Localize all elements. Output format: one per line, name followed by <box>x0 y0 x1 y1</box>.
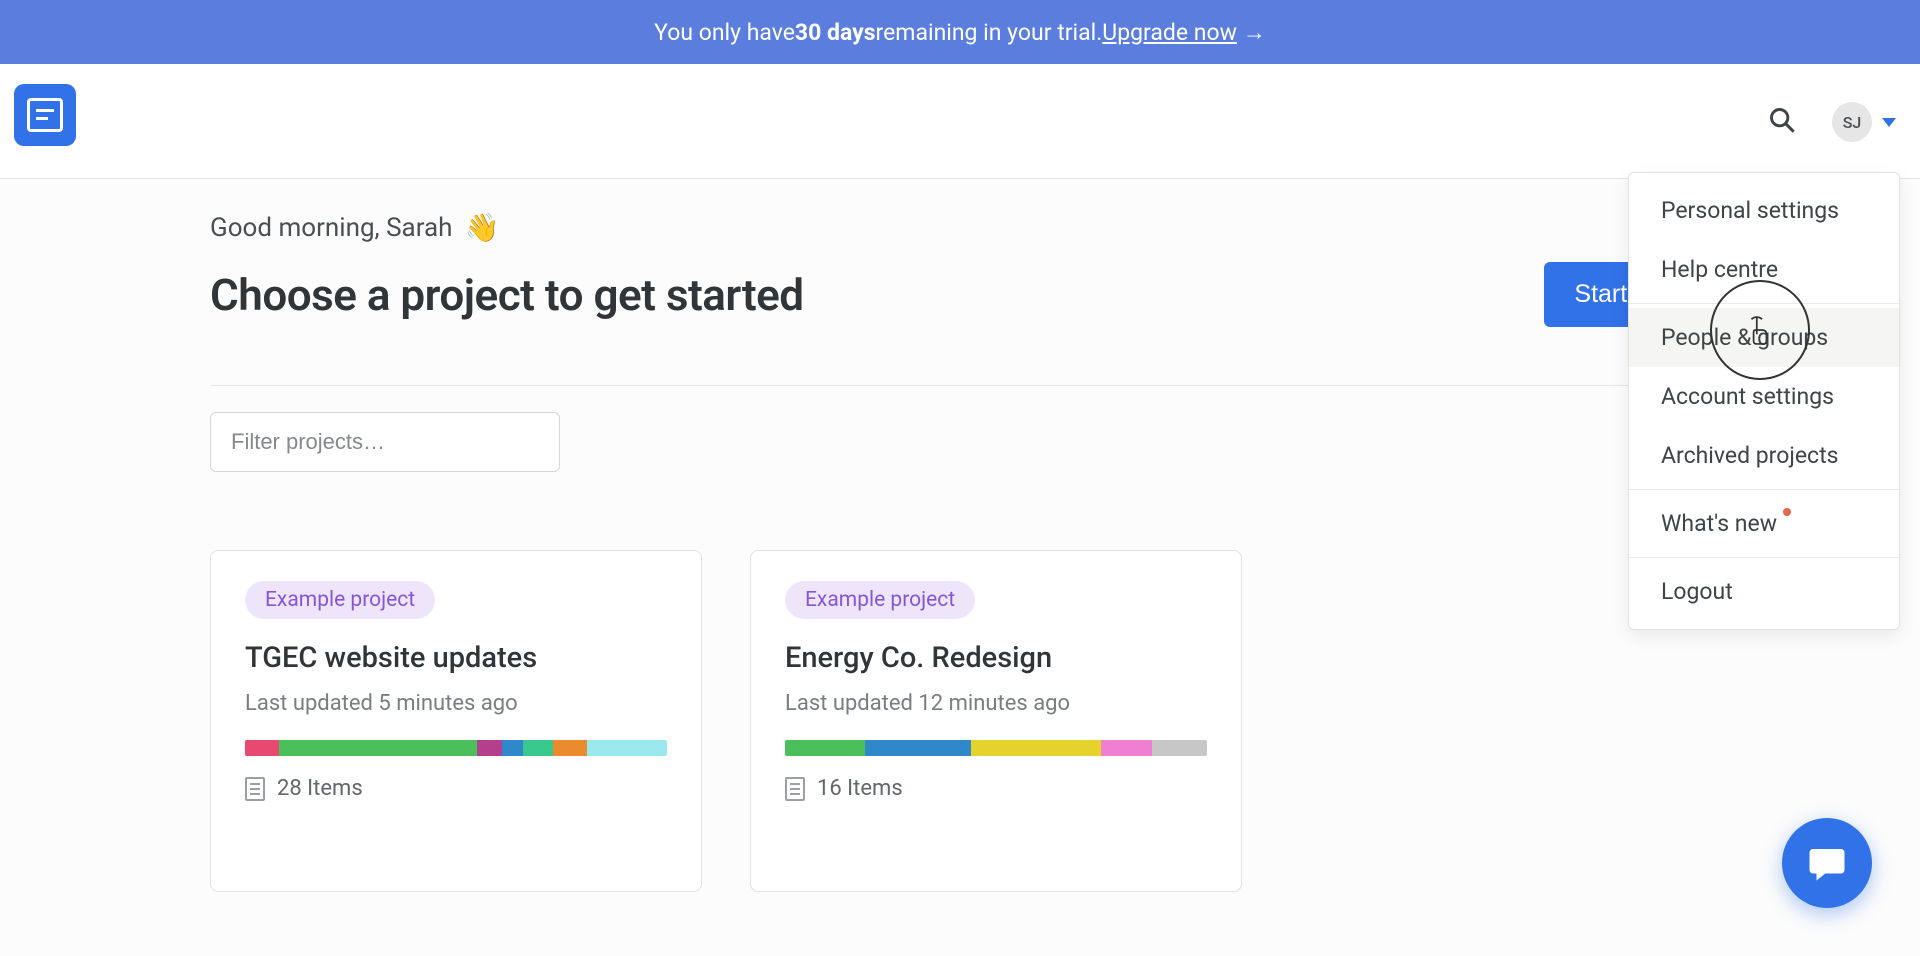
dropdown-item-personal-settings[interactable]: Personal settings <box>1629 181 1899 240</box>
project-tag: Example project <box>785 581 975 619</box>
dropdown-item-what-s-new[interactable]: What's new <box>1629 494 1899 553</box>
main-content: Good morning, Sarah 👋 Choose a project t… <box>210 179 1710 892</box>
progress-segment <box>865 740 971 756</box>
dropdown-separator <box>1629 303 1899 304</box>
list-icon <box>245 777 265 801</box>
progress-segment <box>785 740 865 756</box>
progress-segment <box>1152 740 1207 756</box>
dropdown-item-logout[interactable]: Logout <box>1629 562 1899 621</box>
progress-segment <box>553 740 587 756</box>
user-menu-trigger[interactable]: SJ <box>1832 102 1896 142</box>
progress-segment <box>971 740 1102 756</box>
greeting-text: Good morning, Sarah <box>210 213 452 243</box>
project-card[interactable]: Example project TGEC website updates Las… <box>210 550 702 892</box>
project-updated: Last updated 5 minutes ago <box>245 691 667 716</box>
project-items-count: 16 Items <box>817 776 903 801</box>
progress-segment <box>245 740 279 756</box>
list-icon <box>785 777 805 801</box>
divider <box>210 385 1710 386</box>
dropdown-item-archived-projects[interactable]: Archived projects <box>1629 426 1899 485</box>
progress-segment <box>523 740 553 756</box>
dropdown-item-help-centre[interactable]: Help centre <box>1629 240 1899 299</box>
project-progress-bar <box>245 740 667 756</box>
trial-banner: You only have 30 days remaining in your … <box>0 0 1920 64</box>
progress-segment <box>502 740 523 756</box>
progress-segment <box>1101 740 1152 756</box>
filter-projects-input[interactable] <box>210 412 560 472</box>
arrow-right-icon: → <box>1243 19 1266 46</box>
topbar: SJ <box>0 64 1920 179</box>
dropdown-item-account-settings[interactable]: Account settings <box>1629 367 1899 426</box>
wave-icon: 👋 <box>464 211 499 244</box>
project-items-count: 28 Items <box>277 776 363 801</box>
progress-segment <box>279 740 477 756</box>
trial-text-middle: remaining in your trial. <box>876 19 1103 46</box>
trial-days-bold: 30 days <box>795 19 876 46</box>
topbar-right: SJ <box>1768 84 1906 142</box>
user-dropdown: Personal settingsHelp centre People & gro… <box>1628 172 1900 630</box>
project-items-row: 28 Items <box>245 776 667 801</box>
project-items-row: 16 Items <box>785 776 1207 801</box>
page-title: Choose a project to get started <box>210 269 804 321</box>
search-icon[interactable] <box>1768 106 1796 138</box>
project-updated: Last updated 12 minutes ago <box>785 691 1207 716</box>
upgrade-link[interactable]: Upgrade now <box>1102 19 1237 46</box>
greeting: Good morning, Sarah 👋 <box>210 211 1710 244</box>
progress-segment <box>587 740 667 756</box>
project-title: TGEC website updates <box>245 641 667 675</box>
progress-segment <box>477 740 502 756</box>
chat-icon <box>1806 842 1848 884</box>
avatar: SJ <box>1832 102 1872 142</box>
caret-down-icon <box>1882 118 1896 127</box>
project-card[interactable]: Example project Energy Co. Redesign Last… <box>750 550 1242 892</box>
project-progress-bar <box>785 740 1207 756</box>
document-icon <box>27 98 63 132</box>
dropdown-separator <box>1629 557 1899 558</box>
chat-widget-button[interactable] <box>1782 818 1872 908</box>
project-title: Energy Co. Redesign <box>785 641 1207 675</box>
project-tag: Example project <box>245 581 435 619</box>
dropdown-item-people-groups[interactable]: People & groups <box>1629 308 1899 367</box>
app-logo[interactable] <box>14 84 76 146</box>
project-card-list: Example project TGEC website updates Las… <box>210 550 1710 892</box>
trial-text-prefix: You only have <box>654 19 795 46</box>
dropdown-separator <box>1629 489 1899 490</box>
